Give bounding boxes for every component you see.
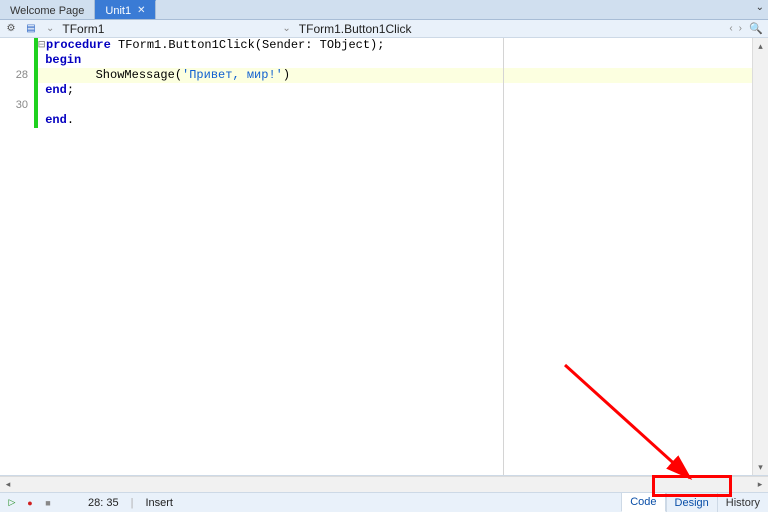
- code-text: TForm1.Button1Click(Sender: TObject);: [111, 38, 385, 52]
- close-icon[interactable]: ✕: [137, 3, 145, 19]
- line-number: 28: [0, 68, 28, 83]
- view-history-button[interactable]: History: [717, 493, 768, 512]
- scroll-right-icon[interactable]: ▸: [752, 479, 768, 490]
- tab-label: Unit1: [105, 3, 131, 19]
- cursor-position: 28: 35: [88, 497, 119, 509]
- string-literal: 'Привет, мир!': [182, 68, 283, 82]
- status-bar: ▷ ● ■ 28: 35 | Insert Code Design Histor…: [0, 492, 768, 512]
- document-tabs: Welcome Page Unit1 ✕ ⌄: [0, 0, 768, 20]
- vertical-scrollbar[interactable]: ▴ ▾: [752, 38, 768, 475]
- button-label: Code: [630, 496, 656, 508]
- navigation-bar: ⚙ ▤ ⌄ TForm1 ⌄ TForm1.Button1Click ‹ › 🔍: [0, 20, 768, 38]
- button-label: History: [726, 497, 760, 509]
- code-text: .: [67, 113, 74, 127]
- code-text: ;: [67, 83, 74, 97]
- line-gutter: 28 30: [0, 38, 34, 475]
- keyword: end: [45, 113, 67, 127]
- code-text: ): [283, 68, 290, 82]
- scroll-left-icon[interactable]: ◂: [0, 479, 16, 490]
- view-design-button[interactable]: Design: [666, 493, 717, 512]
- record-icon[interactable]: ●: [24, 497, 36, 509]
- editor: 28 30 ⊟procedure TForm1.Button1Click(Sen…: [0, 38, 768, 476]
- tab-welcome-page[interactable]: Welcome Page: [0, 0, 95, 19]
- methods-icon[interactable]: ▤: [24, 22, 38, 36]
- keyword: procedure: [46, 38, 111, 52]
- breadcrumb-method[interactable]: TForm1.Button1Click: [299, 22, 412, 36]
- chevron-left-icon[interactable]: ‹: [729, 23, 732, 34]
- scroll-up-icon[interactable]: ▴: [753, 38, 768, 54]
- scroll-down-icon[interactable]: ▾: [753, 459, 768, 475]
- stop-icon[interactable]: ■: [42, 497, 54, 509]
- chevron-down-icon[interactable]: ⌄: [756, 2, 764, 13]
- tab-label: Welcome Page: [10, 3, 84, 19]
- code-text: ShowMessage(: [38, 68, 182, 82]
- insert-mode: Insert: [145, 497, 173, 509]
- vertical-splitter[interactable]: [503, 38, 504, 475]
- chevron-right-icon[interactable]: ›: [739, 23, 742, 34]
- keyword: begin: [45, 53, 81, 67]
- button-label: Design: [675, 497, 709, 509]
- class-icon[interactable]: ⚙: [4, 22, 18, 36]
- play-icon[interactable]: ▷: [6, 497, 18, 509]
- tab-unit1[interactable]: Unit1 ✕: [95, 0, 156, 19]
- keyword: end: [45, 83, 67, 97]
- chevron-down-icon[interactable]: ⌄: [280, 23, 292, 34]
- line-number: 30: [0, 98, 28, 113]
- code-area[interactable]: ⊟procedure TForm1.Button1Click(Sender: T…: [38, 38, 752, 475]
- breadcrumb-class[interactable]: TForm1: [62, 22, 104, 36]
- view-code-button[interactable]: Code: [621, 492, 665, 512]
- horizontal-scrollbar[interactable]: ◂ ▸: [0, 476, 768, 492]
- search-icon[interactable]: 🔍: [748, 22, 764, 35]
- chevron-down-icon[interactable]: ⌄: [44, 23, 56, 34]
